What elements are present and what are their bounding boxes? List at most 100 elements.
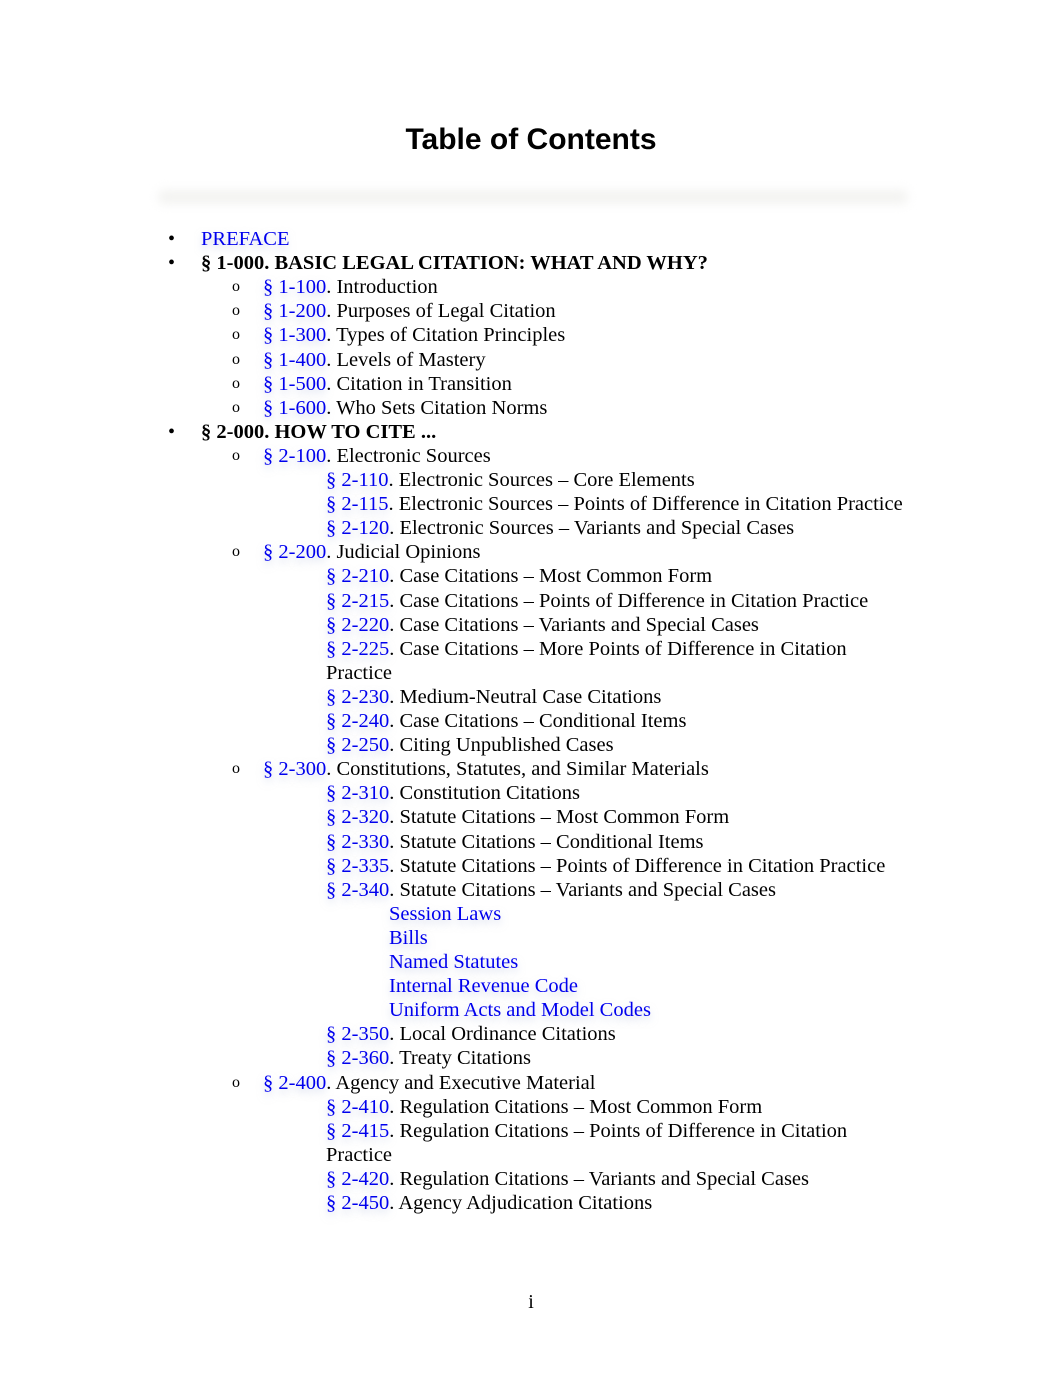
section-link[interactable]: § 1-400 — [263, 349, 326, 371]
toc-row: § 2-250. Citing Unpublished Cases — [0, 733, 1062, 757]
section-title: . Statute Citations – Points of Differen… — [389, 854, 886, 877]
toc-entry: § 2-240. Case Citations – Conditional It… — [326, 709, 686, 733]
toc-row: Uniform Acts and Model Codes — [0, 998, 1062, 1022]
section-link[interactable]: § 2-250 — [326, 734, 389, 756]
section-title: . Statute Citations – Most Common Form — [389, 806, 730, 829]
toc-row: Practice — [0, 1143, 1062, 1167]
section-link[interactable]: § 2-310 — [326, 782, 389, 804]
circle-bullet-icon: o — [232, 446, 240, 464]
section-link[interactable]: § 1-100 — [263, 276, 326, 298]
circle-bullet-icon: o — [232, 398, 240, 416]
toc-entry: § 2-350. Local Ordinance Citations — [326, 1022, 616, 1046]
section-link[interactable]: § 1-500 — [263, 373, 326, 395]
toc-entry: § 1-600. Who Sets Citation Norms — [263, 396, 547, 420]
section-title: . Medium-Neutral Case Citations — [389, 685, 662, 708]
section-link[interactable]: § 2-335 — [326, 855, 389, 877]
toc-entry: § 2-415. Regulation Citations – Points o… — [326, 1119, 847, 1143]
toc-entry: § 1-200. Purposes of Legal Citation — [263, 299, 556, 323]
section-link[interactable]: § 2-210 — [326, 565, 389, 587]
subsection-link[interactable]: Bills — [389, 926, 428, 950]
section-title: . Citing Unpublished Cases — [389, 734, 614, 757]
section-link[interactable]: § 2-215 — [326, 590, 389, 612]
section-link[interactable]: § 2-320 — [326, 806, 389, 828]
bullet-icon: • — [168, 228, 176, 250]
toc-row: o § 2-300. Constitutions, Statutes, and S… — [0, 757, 1062, 781]
toc-row: o § 2-200. Judicial Opinions — [0, 540, 1062, 564]
subsection-link[interactable]: Named Statutes — [389, 950, 518, 974]
section-link[interactable]: § 2-115 — [326, 493, 388, 515]
toc-entry: § 2-335. Statute Citations – Points of D… — [326, 854, 885, 878]
section-title: . Case Citations – More Points of Differ… — [389, 637, 847, 660]
section-title: . Electronic Sources – Variants and Spec… — [389, 517, 795, 540]
section-link[interactable]: § 2-420 — [326, 1168, 389, 1190]
section-title: . Agency and Executive Material — [326, 1071, 596, 1094]
section-title: . Constitutions, Statutes, and Similar M… — [326, 758, 709, 781]
toc-row: § 2-335. Statute Citations – Points of D… — [0, 854, 1062, 878]
section-title: . Agency Adjudication Citations — [389, 1192, 653, 1214]
toc-row: § 2-240. Case Citations – Conditional It… — [0, 709, 1062, 733]
section-title: . Who Sets Citation Norms — [326, 396, 548, 419]
toc-row: § 2-225. Case Citations – More Points of… — [0, 637, 1062, 661]
toc-row: § 2-215. Case Citations – Points of Diff… — [0, 589, 1062, 613]
preface-link[interactable]: PREFACE — [201, 227, 289, 251]
section-title: . Regulation Citations – Variants and Sp… — [389, 1167, 810, 1190]
toc-row: o § 2-400. Agency and Executive Material — [0, 1071, 1062, 1095]
section-link[interactable]: § 2-230 — [326, 686, 389, 708]
toc-entry: § 2-115. Electronic Sources – Points of … — [326, 492, 903, 516]
subsection-link[interactable]: Internal Revenue Code — [389, 974, 578, 998]
toc-entry: § 2-230. Medium-Neutral Case Citations — [326, 685, 661, 709]
section-title: . Statute Citations – Variants and Speci… — [389, 878, 776, 901]
section-link[interactable]: § 1-200 — [263, 300, 326, 322]
toc-row: o § 2-100. Electronic Sources — [0, 444, 1062, 468]
section-title: . Case Citations – Points of Difference … — [389, 589, 869, 612]
section-link[interactable]: § 2-415 — [326, 1120, 389, 1142]
section-link[interactable]: § 2-400 — [263, 1072, 326, 1094]
section-link[interactable]: § 2-240 — [326, 710, 389, 732]
section-title: . Electronic Sources – Core Elements — [388, 469, 695, 491]
section-link[interactable]: § 2-360 — [326, 1047, 389, 1069]
section-link[interactable]: § 2-220 — [326, 614, 389, 636]
section-title: . Electronic Sources – Points of Differe… — [388, 493, 903, 516]
toc-entry: § 2-310. Constitution Citations — [326, 781, 580, 805]
toc-row: § 2-340. Statute Citations – Variants an… — [0, 878, 1062, 902]
section-title: . Constitution Citations — [389, 782, 580, 805]
section-link[interactable]: § 2-110 — [326, 469, 388, 491]
toc-row: § 2-410. Regulation Citations – Most Com… — [0, 1095, 1062, 1119]
toc-row: o § 1-500. Citation in Transition — [0, 372, 1062, 396]
section-title: . Case Citations – Most Common Form — [389, 565, 713, 588]
subsection-link[interactable]: Uniform Acts and Model Codes — [389, 998, 651, 1022]
toc-entry: § 2-250. Citing Unpublished Cases — [326, 733, 614, 757]
toc-row: o § 1-100. Introduction — [0, 275, 1062, 299]
toc-row: § 2-110. Electronic Sources – Core Eleme… — [0, 468, 1062, 492]
section-link[interactable]: § 2-330 — [326, 831, 389, 853]
section-link[interactable]: § 2-340 — [326, 879, 389, 901]
section-link[interactable]: § 1-300 — [263, 324, 326, 346]
toc-row: § 2-210. Case Citations – Most Common Fo… — [0, 564, 1062, 588]
toc-row: § 2-310. Constitution Citations — [0, 781, 1062, 805]
toc-entry: § 2-360. Treaty Citations — [326, 1046, 531, 1070]
section-link[interactable]: § 2-300 — [263, 758, 326, 780]
section-link[interactable]: § 2-200 — [263, 541, 326, 563]
toc-row: Session Laws — [0, 902, 1062, 926]
section-link[interactable]: § 2-100 — [263, 445, 326, 467]
toc-entry: § 1-100. Introduction — [263, 275, 438, 299]
subsection-link[interactable]: Session Laws — [389, 902, 501, 926]
toc-row: • § 2-000. HOW TO CITE ... — [0, 420, 1062, 444]
circle-bullet-icon: o — [232, 760, 240, 778]
section-link[interactable]: § 2-225 — [326, 638, 389, 660]
page-number: i — [528, 1291, 534, 1313]
section-link[interactable]: § 1-600 — [263, 397, 326, 419]
toc-row: § 2-415. Regulation Citations – Points o… — [0, 1119, 1062, 1143]
section-title-continued: Practice — [326, 661, 393, 684]
section-title: . Local Ordinance Citations — [389, 1023, 616, 1046]
section-title: . Citation in Transition — [326, 372, 512, 395]
section-link[interactable]: § 2-350 — [326, 1023, 389, 1045]
circle-bullet-icon: o — [232, 278, 240, 296]
section-link[interactable]: § 2-120 — [326, 517, 389, 539]
toc-entry: § 2-200. Judicial Opinions — [263, 540, 481, 564]
section-link[interactable]: § 2-410 — [326, 1096, 389, 1118]
section-link[interactable]: § 2-450 — [326, 1192, 389, 1214]
section-title: . Statute Citations – Conditional Items — [389, 830, 704, 853]
section-title: . Case Citations – Conditional Items — [389, 710, 687, 732]
section-title: . Electronic Sources — [326, 444, 491, 467]
